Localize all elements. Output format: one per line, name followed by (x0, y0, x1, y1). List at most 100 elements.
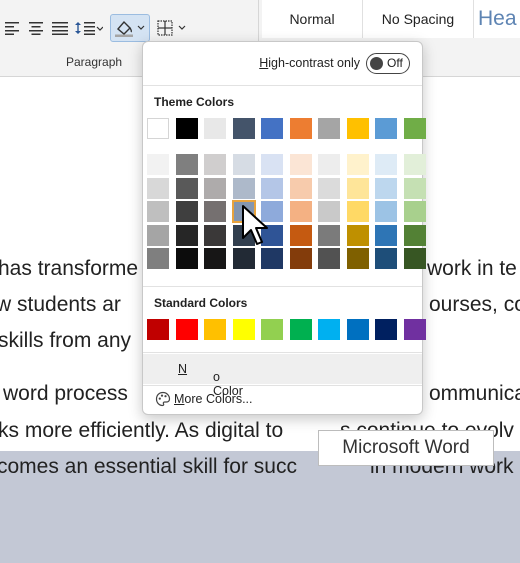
theme-shade-swatch[interactable] (232, 177, 255, 199)
paragraph-tools (0, 14, 190, 42)
theme-shade-swatch[interactable] (232, 248, 255, 269)
separator (143, 352, 422, 353)
theme-shade-swatch[interactable] (289, 154, 312, 175)
doc-line-2: w students ar (0, 293, 121, 316)
more-colors-text: ore Colors... (184, 392, 253, 406)
theme-shade-swatch[interactable] (147, 154, 169, 175)
theme-shade-swatch[interactable] (403, 248, 426, 269)
standard-color-swatch[interactable] (403, 319, 426, 340)
theme-shade-swatch[interactable] (403, 224, 426, 246)
standard-color-swatch[interactable] (375, 319, 397, 340)
more-colors-accesskey: M (174, 392, 185, 406)
theme-shade-swatch[interactable] (403, 154, 426, 175)
theme-shade-swatch[interactable] (318, 201, 340, 222)
doc-line-3: skills from any (0, 329, 132, 352)
no-color-option[interactable]: No Color (143, 354, 422, 398)
theme-color-swatch[interactable] (346, 118, 369, 139)
theme-shade-swatch[interactable] (375, 224, 397, 246)
theme-shade-swatch[interactable] (346, 224, 369, 246)
theme-shade-swatch[interactable] (318, 177, 340, 199)
standard-color-swatch[interactable] (147, 319, 169, 340)
theme-shade-swatch[interactable] (147, 224, 169, 246)
high-contrast-label: High-contrast only (259, 56, 360, 70)
theme-shade-swatch[interactable] (147, 201, 169, 222)
doc-fragment-3: ommunica (429, 382, 520, 405)
theme-color-swatch[interactable] (261, 118, 283, 139)
theme-shade-swatch[interactable] (289, 177, 312, 199)
standard-color-swatch[interactable] (289, 319, 312, 340)
theme-shade-swatch[interactable] (346, 248, 369, 269)
separator (143, 286, 422, 287)
theme-shade-swatch[interactable] (232, 154, 255, 175)
standard-color-swatch[interactable] (261, 319, 283, 340)
theme-shade-swatch[interactable] (175, 177, 198, 199)
more-colors-option[interactable]: More Colors... (143, 386, 422, 412)
theme-color-swatch[interactable] (318, 118, 340, 139)
theme-shade-swatch[interactable] (204, 177, 226, 199)
theme-color-swatch[interactable] (204, 118, 226, 139)
theme-shade-swatch[interactable] (375, 201, 397, 222)
doc-fragment-2: ourses, co (429, 293, 520, 316)
high-contrast-accesskey: H (259, 56, 269, 70)
theme-shade-swatch[interactable] (375, 248, 397, 269)
doc-line-5: ks more efficiently. As digital to (0, 419, 284, 442)
theme-shade-swatch[interactable] (175, 154, 198, 175)
theme-shade-swatch[interactable] (403, 177, 426, 199)
theme-shade-swatch[interactable] (346, 201, 369, 222)
theme-shade-swatch[interactable] (204, 154, 226, 175)
theme-color-swatch[interactable] (147, 118, 169, 139)
theme-shade-swatch[interactable] (175, 224, 198, 246)
theme-shade-swatch[interactable] (346, 154, 369, 175)
standard-color-swatch[interactable] (346, 319, 369, 340)
theme-shade-swatch[interactable] (261, 154, 283, 175)
standard-color-swatch[interactable] (318, 319, 340, 340)
styles-gallery: Normal No Spacing Hea (262, 0, 520, 40)
theme-shade-swatch[interactable] (403, 201, 426, 222)
align-center-icon[interactable] (24, 16, 48, 40)
borders-icon[interactable] (154, 16, 190, 40)
theme-color-swatch[interactable] (403, 118, 426, 139)
theme-shade-swatch[interactable] (289, 248, 312, 269)
theme-shade-swatch[interactable] (261, 248, 283, 269)
theme-color-swatch[interactable] (175, 118, 198, 139)
theme-shade-swatch[interactable] (318, 248, 340, 269)
style-no-spacing[interactable]: No Spacing (363, 0, 474, 38)
theme-shade-swatch[interactable] (375, 154, 397, 175)
standard-color-swatch[interactable] (232, 319, 255, 340)
theme-shade-swatch[interactable] (318, 224, 340, 246)
theme-color-swatch[interactable] (289, 118, 312, 139)
theme-shade-swatch[interactable] (375, 177, 397, 199)
theme-shade-swatch[interactable] (175, 248, 198, 269)
shading-button[interactable] (110, 14, 150, 42)
style-heading[interactable]: Hea (474, 0, 520, 38)
shading-icon (115, 20, 145, 37)
standard-color-swatch[interactable] (175, 319, 198, 340)
app-tooltip: Microsoft Word (318, 430, 494, 466)
theme-color-swatch[interactable] (232, 118, 255, 139)
theme-shade-swatch[interactable] (289, 201, 312, 222)
doc-line-6: comes an essential skill for succ (0, 455, 297, 478)
shading-color-picker: High-contrast only Off Theme Colors Stan… (142, 41, 426, 415)
theme-shade-swatch[interactable] (289, 224, 312, 246)
theme-shade-swatch[interactable] (318, 154, 340, 175)
theme-shade-swatch[interactable] (346, 177, 369, 199)
high-contrast-toggle[interactable]: Off (366, 53, 410, 74)
separator (143, 85, 422, 86)
theme-shade-swatch[interactable] (204, 224, 226, 246)
style-normal[interactable]: Normal (262, 0, 363, 38)
theme-shade-swatch[interactable] (147, 248, 169, 269)
standard-color-swatch[interactable] (204, 319, 226, 340)
theme-shade-swatch[interactable] (204, 201, 226, 222)
high-contrast-row: High-contrast only Off (143, 42, 422, 84)
theme-shade-swatch[interactable] (147, 177, 169, 199)
line-spacing-icon[interactable] (72, 16, 106, 40)
theme-color-swatch[interactable] (375, 118, 397, 139)
theme-shade-swatch[interactable] (261, 177, 283, 199)
theme-shade-swatch[interactable] (175, 201, 198, 222)
theme-shade-swatch[interactable] (204, 248, 226, 269)
align-left-icon[interactable] (0, 16, 24, 40)
paragraph-group-label: Paragraph (66, 55, 123, 69)
palette-icon (155, 391, 171, 410)
doc-line-4: word process (3, 382, 128, 405)
justify-icon[interactable] (48, 16, 72, 40)
